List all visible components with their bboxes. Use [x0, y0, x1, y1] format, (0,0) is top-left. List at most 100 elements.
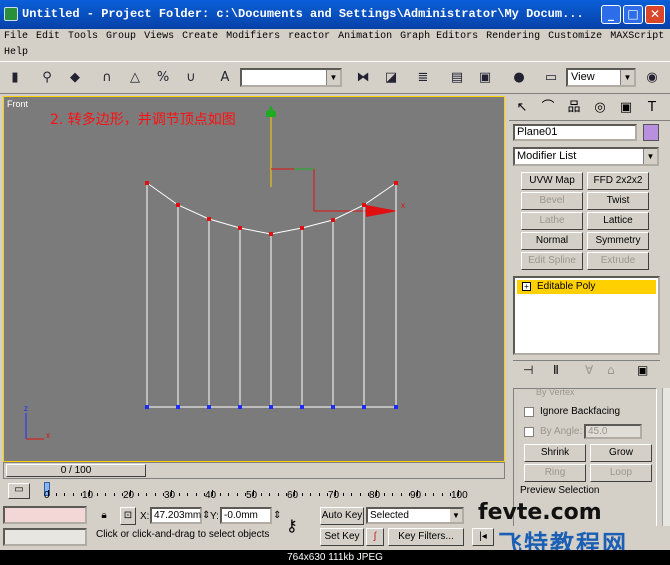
- modifier-button-bevel[interactable]: Bevel: [521, 192, 583, 210]
- ruler-tick: [433, 493, 435, 496]
- menu-animation[interactable]: Animation: [334, 31, 396, 42]
- maxscript-listener-white[interactable]: [3, 528, 87, 546]
- modifier-button-extrude[interactable]: Extrude: [587, 252, 649, 270]
- configure-modifier-sets-icon[interactable]: ▣: [637, 363, 648, 377]
- chevron-down-icon: ▼: [620, 70, 634, 85]
- show-end-result-icon[interactable]: Ⅱ: [553, 363, 559, 377]
- pin-stack-icon[interactable]: ⊣: [523, 363, 533, 377]
- loop-button[interactable]: Loop: [590, 464, 652, 482]
- menu-maxscript[interactable]: MAXScript: [606, 31, 668, 42]
- modifier-button-ffd-2x2x2[interactable]: FFD 2x2x2: [587, 172, 649, 190]
- goto-start-icon[interactable]: |◂: [472, 528, 494, 546]
- ignore-backfacing-label: Ignore Backfacing: [540, 406, 621, 417]
- menu-create[interactable]: Create: [178, 31, 222, 42]
- modifier-button-uvw-map[interactable]: UVW Map: [521, 172, 583, 190]
- display-tab-icon[interactable]: ▣: [615, 98, 637, 119]
- edit-named-selections-icon[interactable]: A: [214, 67, 236, 89]
- time-slider[interactable]: 0 / 100: [6, 464, 146, 477]
- make-unique-icon[interactable]: ∀: [585, 363, 593, 377]
- shrink-button[interactable]: Shrink: [524, 444, 586, 462]
- command-panel-scrollbar[interactable]: [662, 388, 670, 526]
- menu-tools[interactable]: Tools: [64, 31, 102, 42]
- modify-tab-icon[interactable]: ⌒: [537, 98, 559, 119]
- align-icon[interactable]: ◪: [380, 67, 402, 89]
- select-link-icon[interactable]: ⚲: [36, 67, 58, 89]
- stack-item-editable-poly[interactable]: + Editable Poly: [517, 280, 656, 294]
- menu-customize[interactable]: Customize: [544, 31, 606, 42]
- undo-icon[interactable]: ▮: [4, 67, 26, 89]
- menu-rendering[interactable]: Rendering: [482, 31, 544, 42]
- material-editor-icon[interactable]: ●: [508, 67, 530, 89]
- angle-snap-icon[interactable]: △: [124, 67, 146, 89]
- remove-modifier-icon[interactable]: ⌂: [607, 363, 615, 377]
- auto-key-button[interactable]: Auto Key: [320, 507, 364, 525]
- maxscript-listener-pink[interactable]: [3, 506, 87, 524]
- named-selection-set-combo[interactable]: ▼: [240, 68, 342, 87]
- menu-group[interactable]: Group: [102, 31, 140, 42]
- menu-file[interactable]: File: [0, 31, 32, 42]
- ruler-tick: [310, 493, 312, 496]
- modifier-button-twist[interactable]: Twist: [587, 192, 649, 210]
- ruler-tick: [138, 493, 140, 496]
- ruler-tick: [154, 493, 156, 496]
- object-name-field[interactable]: Plane01: [513, 124, 637, 141]
- absolute-mode-icon[interactable]: ⊡: [120, 507, 136, 525]
- render-scene-icon[interactable]: ▭: [540, 67, 562, 89]
- menu-modifiers[interactable]: Modifiers: [222, 31, 284, 42]
- gizmo-x-axis: [271, 168, 376, 212]
- key-icon[interactable]: ⚷: [286, 516, 298, 535]
- modifier-button-lattice[interactable]: Lattice: [587, 212, 649, 230]
- menu-help[interactable]: Help: [0, 47, 32, 58]
- modifier-list-dropdown[interactable]: Modifier List ▼: [513, 147, 659, 166]
- key-mode-dropdown[interactable]: Selected ▼: [366, 507, 464, 524]
- x-coordinate-field[interactable]: 47.203mm: [150, 507, 202, 524]
- close-button[interactable]: ✕: [645, 5, 665, 24]
- front-viewport[interactable]: Front 2. 转多边形，并调节顶点如图 x z x: [3, 96, 505, 462]
- minimize-button[interactable]: _: [601, 5, 621, 24]
- by-angle-checkbox[interactable]: [524, 427, 534, 437]
- spinner-snap-icon[interactable]: ∪: [180, 67, 202, 89]
- key-filters-button[interactable]: Key Filters...: [388, 528, 464, 546]
- modifier-button-lathe[interactable]: Lathe: [521, 212, 583, 230]
- bind-to-spacewarp-icon[interactable]: ◆: [64, 67, 86, 89]
- angle-spinner[interactable]: 45.0: [584, 424, 642, 439]
- ignore-backfacing-checkbox[interactable]: [524, 407, 534, 417]
- trackbar-toggle-icon[interactable]: ▭: [8, 483, 30, 499]
- y-coordinate-field[interactable]: -0.0mm: [220, 507, 272, 524]
- menu-reactor[interactable]: reactor: [284, 31, 334, 42]
- menu-views[interactable]: Views: [140, 31, 178, 42]
- schematic-view-icon[interactable]: ▣: [474, 67, 496, 89]
- quick-render-icon[interactable]: ◉: [641, 67, 663, 89]
- ruler-tick: [343, 493, 345, 496]
- modifier-button-symmetry[interactable]: Symmetry: [587, 232, 649, 250]
- modifier-list-label: Modifier List: [517, 150, 577, 162]
- y-spinner-icon[interactable]: ⇕: [273, 510, 281, 521]
- grow-button[interactable]: Grow: [590, 444, 652, 462]
- curve-editor-icon[interactable]: ▤: [446, 67, 468, 89]
- modifier-button-normal[interactable]: Normal: [521, 232, 583, 250]
- ring-button[interactable]: Ring: [524, 464, 586, 482]
- modifier-stack[interactable]: + Editable Poly: [513, 276, 660, 355]
- mesh-vertex-selected: [300, 226, 304, 230]
- maximize-button[interactable]: □: [623, 5, 643, 24]
- ruler-tick: [89, 490, 90, 496]
- track-bar[interactable]: ▭ 0 10 20 30 40 50 60 70 80 90 100: [0, 480, 509, 502]
- object-color-swatch[interactable]: [643, 124, 659, 141]
- hierarchy-tab-icon[interactable]: 品: [563, 98, 585, 119]
- mirror-icon[interactable]: ⧓: [352, 67, 374, 89]
- motion-tab-icon[interactable]: ◎: [589, 98, 611, 119]
- view-combo-value: View: [571, 71, 595, 83]
- snap-3-icon[interactable]: ∩: [96, 67, 118, 89]
- percent-snap-icon[interactable]: %: [152, 67, 174, 89]
- menu-edit[interactable]: Edit: [32, 31, 64, 42]
- view-combo[interactable]: View ▼: [566, 68, 636, 87]
- expand-icon[interactable]: +: [522, 282, 531, 291]
- modifier-button-edit-spline[interactable]: Edit Spline: [521, 252, 583, 270]
- lock-icon[interactable]: 🔒︎: [96, 508, 112, 526]
- menu-graph-editors[interactable]: Graph Editors: [396, 31, 482, 42]
- create-tab-icon[interactable]: ↖: [511, 98, 533, 119]
- set-key-button[interactable]: Set Key: [320, 528, 364, 546]
- utilities-tab-icon[interactable]: T: [641, 98, 663, 119]
- default-tangent-icon[interactable]: ∫: [366, 528, 384, 546]
- layer-manager-icon[interactable]: ≣: [412, 67, 434, 89]
